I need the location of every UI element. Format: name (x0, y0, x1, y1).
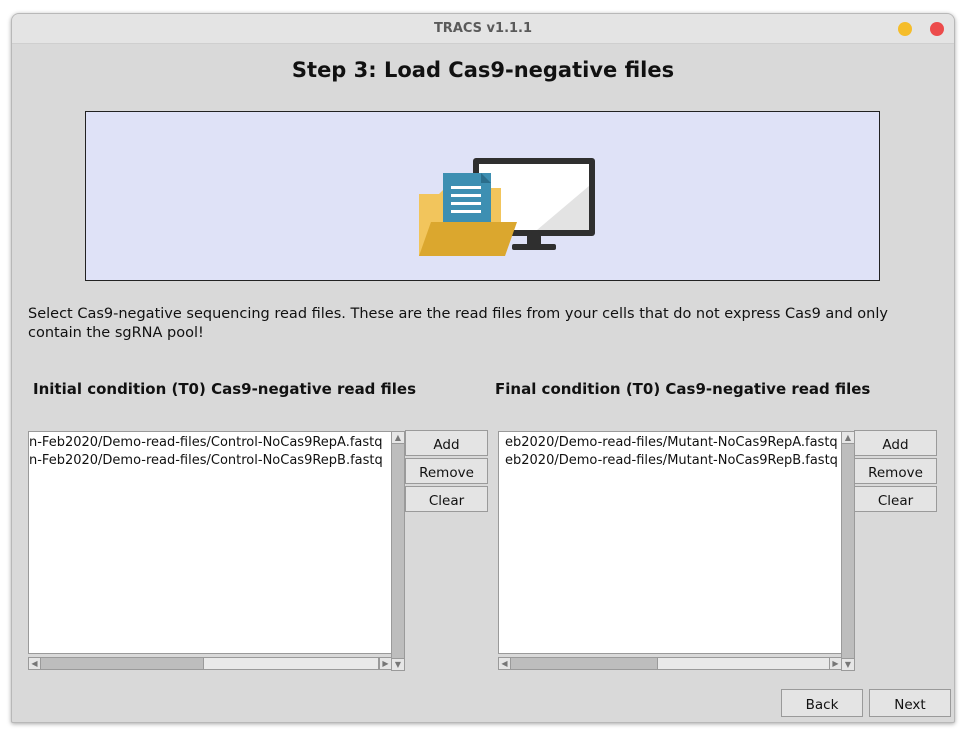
final-files-label: Final condition (T0) Cas9-negative read … (495, 380, 871, 398)
scroll-left-arrow-icon[interactable]: ◀ (29, 658, 41, 669)
final-add-button[interactable]: Add (854, 430, 937, 456)
initial-add-button[interactable]: Add (405, 430, 488, 456)
banner-panel (85, 111, 880, 281)
list-item[interactable]: n-Feb2020/Demo-read-files/Control-NoCas9… (29, 452, 391, 470)
final-vertical-scrollbar[interactable]: ▲ ▼ (841, 431, 855, 671)
final-clear-button[interactable]: Clear (854, 486, 937, 512)
initial-files-label: Initial condition (T0) Cas9-negative rea… (33, 380, 417, 398)
title-bar[interactable]: TRACS v1.1.1 (12, 14, 954, 44)
initial-remove-button[interactable]: Remove (405, 458, 488, 484)
app-window: TRACS v1.1.1 Step 3: Load Cas9-negative … (11, 13, 955, 723)
scroll-up-arrow-icon[interactable]: ▲ (392, 432, 404, 444)
scroll-down-arrow-icon[interactable]: ▼ (842, 658, 854, 670)
initial-horizontal-scrollbar[interactable]: ◀ ▶ (28, 657, 392, 670)
next-button[interactable]: Next (869, 689, 951, 717)
folder-document-monitor-icon (419, 158, 595, 256)
scroll-right-arrow-icon[interactable]: ▶ (379, 658, 391, 669)
scroll-down-arrow-icon[interactable]: ▼ (392, 658, 404, 670)
list-item[interactable]: eb2020/Demo-read-files/Mutant-NoCas9RepA… (505, 434, 841, 452)
window-title: TRACS v1.1.1 (433, 21, 533, 36)
scroll-right-arrow-icon[interactable]: ▶ (829, 658, 841, 669)
instructions-text: Select Cas9-negative sequencing read fil… (28, 306, 888, 341)
final-files-list[interactable]: eb2020/Demo-read-files/Mutant-NoCas9RepA… (498, 431, 842, 654)
initial-vertical-scrollbar[interactable]: ▲ ▼ (391, 431, 405, 671)
scroll-up-arrow-icon[interactable]: ▲ (842, 432, 854, 444)
final-horizontal-scrollbar[interactable]: ◀ ▶ (498, 657, 842, 670)
final-remove-button[interactable]: Remove (854, 458, 937, 484)
list-item[interactable]: eb2020/Demo-read-files/Mutant-NoCas9RepB… (505, 452, 841, 470)
final-scroll-thumb[interactable] (657, 658, 831, 669)
initial-clear-button[interactable]: Clear (405, 486, 488, 512)
minimize-button[interactable] (898, 22, 912, 36)
step-title: Step 3: Load Cas9-negative files (291, 58, 675, 82)
list-item[interactable]: n-Feb2020/Demo-read-files/Control-NoCas9… (29, 434, 391, 452)
initial-files-list[interactable]: n-Feb2020/Demo-read-files/Control-NoCas9… (28, 431, 392, 654)
close-button[interactable] (930, 22, 944, 36)
scroll-left-arrow-icon[interactable]: ◀ (499, 658, 511, 669)
back-button[interactable]: Back (781, 689, 863, 717)
initial-scroll-thumb[interactable] (203, 658, 379, 669)
